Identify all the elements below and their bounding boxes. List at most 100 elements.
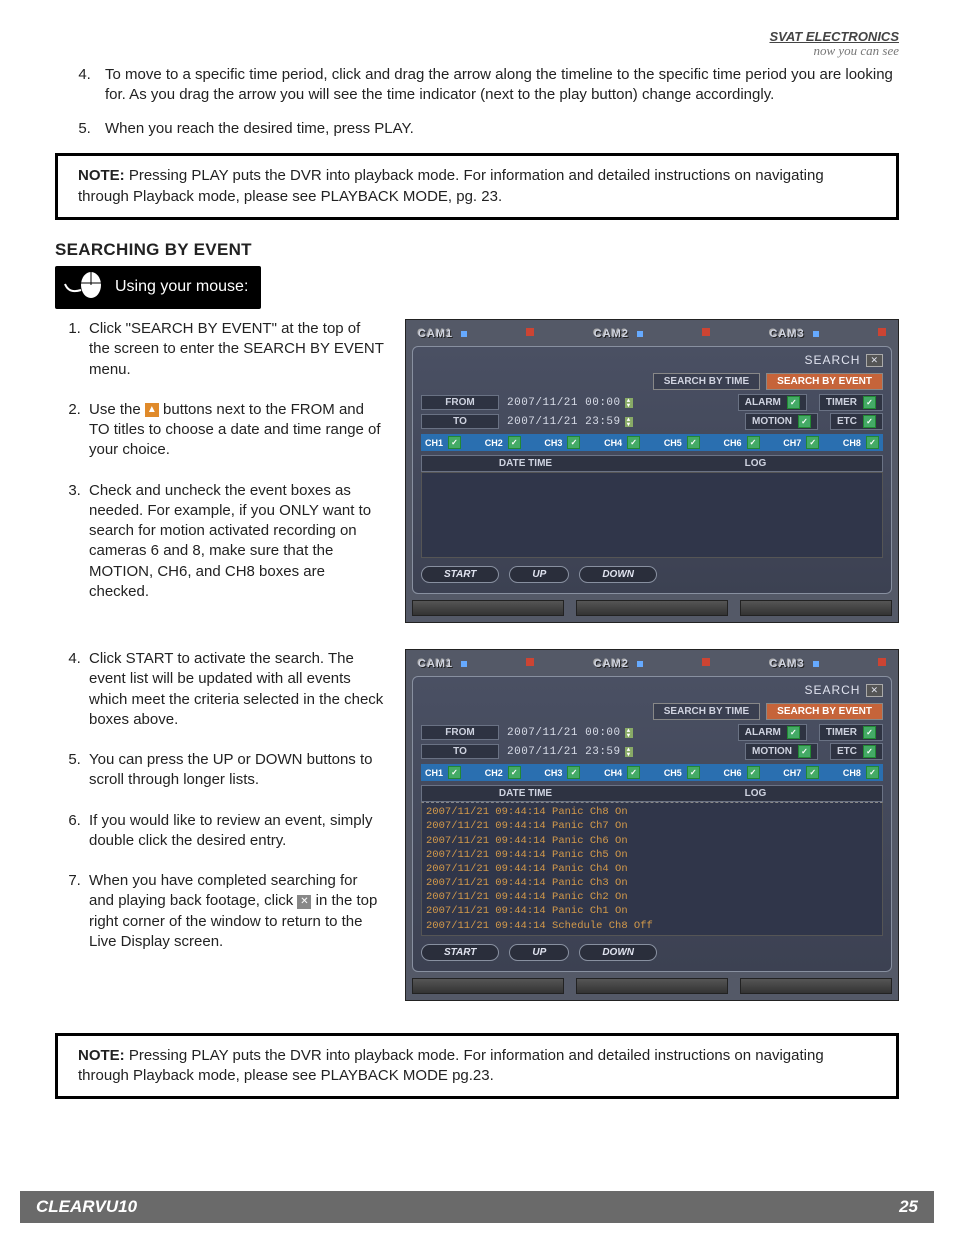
alarm-checkbox[interactable]: ALARM✓: [738, 394, 807, 411]
down-button[interactable]: DOWN: [579, 944, 657, 961]
note-text: Pressing PLAY puts the DVR into playback…: [78, 1047, 824, 1084]
step-5: When you reach the desired time, press P…: [95, 119, 899, 139]
event-step-1: Click "SEARCH BY EVENT" at the top of th…: [85, 319, 385, 380]
page-header: SVAT ELECTRONICS now you can see: [55, 30, 899, 59]
status-dot-icon: [637, 661, 643, 667]
tab-search-by-time[interactable]: SEARCH BY TIME: [653, 373, 760, 390]
motion-checkbox[interactable]: MOTION✓: [745, 743, 818, 760]
page-footer: CLEARVU10 25: [20, 1191, 934, 1223]
spinner-icon[interactable]: ▲▼: [625, 398, 633, 408]
ch8-checkbox[interactable]: CH8✓: [843, 436, 879, 449]
close-icon[interactable]: ✕: [866, 354, 883, 367]
event-step-3: Check and uncheck the event boxes as nee…: [85, 481, 385, 603]
ch2-checkbox[interactable]: CH2✓: [485, 436, 521, 449]
etc-checkbox[interactable]: ETC✓: [830, 743, 883, 760]
up-button[interactable]: UP: [509, 944, 569, 961]
channel-row: CH1✓ CH2✓ CH3✓ CH4✓ CH5✓ CH6✓ CH7✓ CH8✓: [421, 434, 883, 451]
event-steps-a: Click "SEARCH BY EVENT" at the top of th…: [55, 319, 385, 602]
ch7-checkbox[interactable]: CH7✓: [783, 436, 819, 449]
alarm-checkbox[interactable]: ALARM✓: [738, 724, 807, 741]
status-dot-icon: [461, 331, 467, 337]
note-text: Pressing PLAY puts the DVR into playback…: [78, 167, 824, 204]
ch2-checkbox[interactable]: CH2✓: [485, 766, 521, 779]
ch6-checkbox[interactable]: CH6✓: [724, 436, 760, 449]
spinner-icon[interactable]: ▲▼: [625, 417, 633, 427]
to-label: TO: [421, 414, 499, 429]
motion-checkbox[interactable]: MOTION✓: [745, 413, 818, 430]
intro-steps-list: To move to a specific time period, click…: [55, 65, 899, 140]
brand-name: SVAT ELECTRONICS: [55, 30, 899, 44]
status-dot-icon: [461, 661, 467, 667]
section-heading: SEARCHING BY EVENT: [55, 240, 899, 260]
record-icon: [878, 658, 886, 666]
footer-page-number: 25: [899, 1197, 918, 1217]
record-icon: [878, 328, 886, 336]
timer-checkbox[interactable]: TIMER✓: [819, 724, 883, 741]
note-box-1: NOTE: Pressing PLAY puts the DVR into pl…: [55, 153, 899, 220]
log-row[interactable]: 2007/11/21 09:44:14 Panic Ch1 On: [426, 904, 878, 918]
status-dot-icon: [813, 661, 819, 667]
using-mouse-callout: Using your mouse:: [55, 266, 261, 309]
dvr-screenshot-2: CAM1 CAM2 CAM3 SEARCH ✕ SEARCH BY TIME S…: [405, 649, 899, 1001]
down-button[interactable]: DOWN: [579, 566, 657, 583]
mouse-icon: [63, 270, 105, 305]
to-value[interactable]: 2007/11/21 23:59: [507, 416, 621, 428]
record-icon: [702, 658, 710, 666]
up-button[interactable]: UP: [509, 566, 569, 583]
log-row[interactable]: 2007/11/21 09:44:14 Panic Ch8 On: [426, 805, 878, 819]
spinner-icon[interactable]: ▲▼: [625, 728, 633, 738]
tab-search-by-event[interactable]: SEARCH BY EVENT: [766, 373, 883, 390]
footer-model: CLEARVU10: [36, 1197, 137, 1217]
log-row[interactable]: 2007/11/21 09:44:14 Panic Ch5 On: [426, 848, 878, 862]
step-4: To move to a specific time period, click…: [95, 65, 899, 106]
spinner-icon[interactable]: ▲▼: [625, 747, 633, 757]
tab-search-by-time[interactable]: SEARCH BY TIME: [653, 703, 760, 720]
ch4-checkbox[interactable]: CH4✓: [604, 436, 640, 449]
ch5-checkbox[interactable]: CH5✓: [664, 436, 700, 449]
event-step-7: When you have completed searching for an…: [85, 871, 385, 952]
start-button[interactable]: START: [421, 566, 499, 583]
event-steps-b: Click START to activate the search. The …: [55, 649, 385, 952]
ch4-checkbox[interactable]: CH4✓: [604, 766, 640, 779]
ch1-checkbox[interactable]: CH1✓: [425, 766, 461, 779]
log-row[interactable]: 2007/11/21 09:44:14 Panic Ch7 On: [426, 819, 878, 833]
event-step-5: You can press the UP or DOWN buttons to …: [85, 750, 385, 791]
log-row[interactable]: 2007/11/21 09:44:14 Schedule Ch8 Off: [426, 919, 878, 933]
log-row[interactable]: 2007/11/21 09:44:14 Panic Ch4 On: [426, 862, 878, 876]
ch3-checkbox[interactable]: CH3✓: [544, 766, 580, 779]
ch6-checkbox[interactable]: CH6✓: [724, 766, 760, 779]
ch8-checkbox[interactable]: CH8✓: [843, 766, 879, 779]
event-step-4: Click START to activate the search. The …: [85, 649, 385, 730]
cam2-label: CAM2: [594, 328, 629, 340]
search-title: SEARCH: [804, 353, 860, 367]
note-label: NOTE:: [78, 1047, 125, 1064]
log-row[interactable]: 2007/11/21 09:44:14 Panic Ch2 On: [426, 890, 878, 904]
status-dot-icon: [813, 331, 819, 337]
ch7-checkbox[interactable]: CH7✓: [783, 766, 819, 779]
tab-search-by-event[interactable]: SEARCH BY EVENT: [766, 703, 883, 720]
cam1-label: CAM1: [418, 328, 453, 340]
log-row[interactable]: 2007/11/21 09:44:14 Panic Ch6 On: [426, 834, 878, 848]
using-mouse-label: Using your mouse:: [115, 278, 248, 296]
log-row[interactable]: 2007/11/21 09:44:14 Panic Ch3 On: [426, 876, 878, 890]
from-label: FROM: [421, 395, 499, 410]
status-dot-icon: [637, 331, 643, 337]
ch3-checkbox[interactable]: CH3✓: [544, 436, 580, 449]
close-icon[interactable]: ✕: [866, 684, 883, 697]
start-button[interactable]: START: [421, 944, 499, 961]
results-table-empty: [421, 472, 883, 558]
cam3-label: CAM3: [770, 328, 805, 340]
spinner-icon: ▲: [145, 403, 159, 417]
note-box-2: NOTE: Pressing PLAY puts the DVR into pl…: [55, 1033, 899, 1100]
record-icon: [526, 328, 534, 336]
record-icon: [702, 328, 710, 336]
results-table[interactable]: 2007/11/21 09:44:14 Panic Ch8 On 2007/11…: [421, 802, 883, 936]
timer-checkbox[interactable]: TIMER✓: [819, 394, 883, 411]
ch1-checkbox[interactable]: CH1✓: [425, 436, 461, 449]
ch5-checkbox[interactable]: CH5✓: [664, 766, 700, 779]
etc-checkbox[interactable]: ETC✓: [830, 413, 883, 430]
record-icon: [526, 658, 534, 666]
dvr-screenshot-1: CAM1 CAM2 CAM3 SEARCH ✕ SEARCH BY TIME S…: [405, 319, 899, 623]
from-value[interactable]: 2007/11/21 00:00: [507, 397, 621, 409]
event-step-6: If you would like to review an event, si…: [85, 811, 385, 852]
